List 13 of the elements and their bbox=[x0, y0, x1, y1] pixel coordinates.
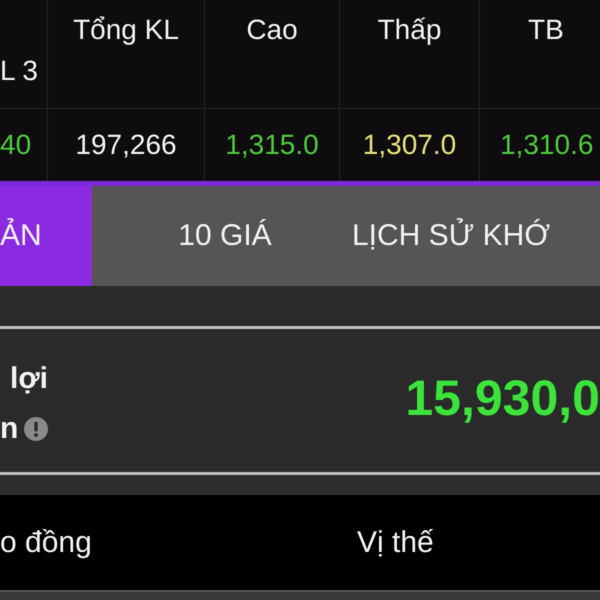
column-header: L 3 bbox=[0, 0, 48, 108]
column-header: o đồng bbox=[0, 526, 93, 560]
summary-value: 15,930,0 bbox=[405, 368, 600, 426]
summary-label: lợi bbox=[10, 362, 48, 396]
column-header: Tổng KL bbox=[48, 0, 205, 108]
info-icon[interactable] bbox=[24, 416, 48, 440]
column-header: Cao bbox=[205, 0, 340, 108]
tab[interactable]: ẢN bbox=[0, 186, 92, 286]
table-cell-text: 1,310.6 bbox=[499, 128, 594, 162]
column-header: Thấp bbox=[340, 0, 480, 108]
column-header: Vị thế bbox=[357, 526, 434, 560]
summary-label: n bbox=[0, 412, 18, 446]
column-header: TB bbox=[527, 13, 565, 47]
